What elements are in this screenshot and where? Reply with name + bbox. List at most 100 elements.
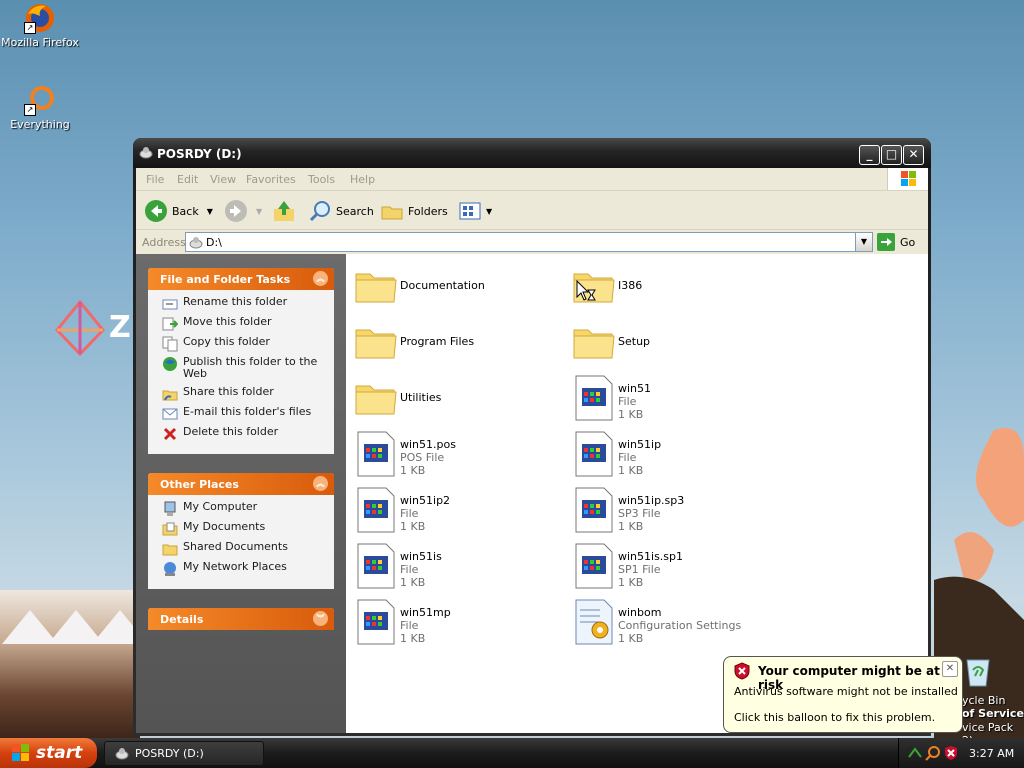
file-item[interactable]: win51ip.sp3 SP3 File 1 KB [570,486,780,538]
task-email-files[interactable]: E-mail this folder's files [148,406,334,426]
folder-item[interactable]: Setup [570,318,780,370]
file-item[interactable]: win51.pos POS File 1 KB [352,430,562,482]
file-type: File [400,563,419,576]
go-button[interactable]: Go [877,233,915,251]
task-publish-web[interactable]: Publish this folder to the Web [148,356,334,386]
security-alert-tray-icon[interactable] [943,745,959,761]
security-balloon[interactable]: Your computer might be at risk Antivirus… [723,656,963,733]
desktop-icon-recycle-bin[interactable]: ycle Bin of Service vice Pack 2) [962,656,1024,747]
balloon-message: Antivirus software might not be installe… [734,685,958,698]
place-my-documents[interactable]: My Documents [148,521,334,541]
menu-help[interactable]: Help [350,173,375,186]
wallpaper-logo: Z [54,299,135,360]
drive-icon [115,748,129,760]
file-name: win51ip2 [400,494,451,507]
task-share-folder[interactable]: Share this folder [148,386,334,406]
file-item[interactable]: win51ip File 1 KB [570,430,780,482]
file-name: win51is.sp1 [618,550,684,563]
window-titlebar[interactable]: POSRDY (D:) _ □ ✕ [133,138,931,168]
back-button[interactable]: Back ▼ [144,199,213,223]
folder-icon [355,385,397,415]
file-item[interactable]: win51mp File 1 KB [352,598,562,650]
folder-icon [355,329,397,359]
menu-favorites[interactable]: Favorites [246,173,296,186]
place-network-places[interactable]: My Network Places [148,561,334,581]
folder-item[interactable]: Program Files [352,318,562,370]
generic-file-icon [575,431,613,477]
expand-chevron-icon[interactable]: ︾ [313,611,328,626]
file-size: 1 KB [618,464,644,477]
maximize-button[interactable]: □ [881,145,902,165]
task-copy-folder[interactable]: Copy this folder [148,336,334,356]
search-tray-icon[interactable] [925,745,941,761]
menu-view[interactable]: View [210,173,236,186]
address-dropdown-icon[interactable]: ▼ [855,233,872,251]
address-label: Address [142,236,186,249]
address-value: D:\ [206,236,222,249]
back-dropdown-icon[interactable]: ▼ [207,207,213,216]
menu-tools[interactable]: Tools [308,173,335,186]
details-header[interactable]: Details ︾ [148,608,334,630]
folders-button[interactable]: Folders [380,199,448,223]
menu-bar: File Edit View Favorites Tools Help [136,168,928,191]
task-rename-folder[interactable]: Rename this folder [148,296,334,316]
toolbar: Back ▼ ▼ Search Folders ▼ [136,191,928,230]
desktop-icon-everything[interactable]: ↗ Everything [0,84,80,131]
file-size: 1 KB [400,632,426,645]
share-icon [162,386,178,402]
balloon-close-button[interactable]: ✕ [942,661,958,677]
other-places-header[interactable]: Other Places ︽ [148,473,334,495]
balloon-hint: Click this balloon to fix this problem. [734,711,936,724]
collapse-chevron-icon[interactable]: ︽ [313,271,328,286]
file-folder-tasks-header[interactable]: File and Folder Tasks ︽ [148,268,334,290]
address-drive-icon [189,235,203,252]
menu-edit[interactable]: Edit [177,173,198,186]
file-size: 1 KB [400,520,426,533]
forward-button[interactable]: ▼ [224,199,262,223]
menu-file[interactable]: File [146,173,164,186]
views-button[interactable]: ▼ [458,199,492,223]
up-folder-icon [274,201,294,221]
start-button[interactable]: start [0,738,97,768]
go-label: Go [900,235,916,249]
folder-item[interactable]: I386 [570,262,780,314]
file-name: Program Files [400,335,475,348]
file-item[interactable]: win51ip2 File 1 KB [352,486,562,538]
file-name: win51.pos [400,438,456,451]
folder-item[interactable]: Utilities [352,374,562,426]
folder-item[interactable]: Documentation [352,262,562,314]
place-shared-documents[interactable]: Shared Documents [148,541,334,561]
back-arrow-icon [145,200,167,222]
file-item[interactable]: win51 File 1 KB [570,374,780,426]
taskbar-item-posrdy[interactable]: POSRDY (D:) [104,741,264,766]
search-button[interactable]: Search [308,199,374,223]
task-move-folder[interactable]: Move this folder [148,316,334,336]
place-label: My Documents [183,520,266,533]
file-item[interactable]: win51is.sp1 SP1 File 1 KB [570,542,780,594]
place-my-computer[interactable]: My Computer [148,501,334,521]
folders-icon [381,206,403,220]
desktop-icon-label: Everything [10,118,70,131]
window-client: File Edit View Favorites Tools Help Back… [136,168,928,733]
collapse-chevron-icon[interactable]: ︽ [313,476,328,491]
task-delete-folder[interactable]: Delete this folder [148,426,334,446]
desktop-icon-firefox[interactable]: ↗ Mozilla Firefox [0,2,80,49]
close-button[interactable]: ✕ [903,145,924,165]
minimize-button[interactable]: _ [859,145,880,165]
file-item[interactable]: win51is File 1 KB [352,542,562,594]
other-places-panel: Other Places ︽ My Computer My Documents … [148,473,334,589]
taskbar: start POSRDY (D:) 3:27 AM [0,738,1024,768]
file-item[interactable]: winbom Configuration Settings 1 KB [570,598,830,650]
views-dropdown-icon[interactable]: ▼ [486,207,492,216]
forward-dropdown-icon[interactable]: ▼ [256,207,262,216]
file-name: Documentation [400,279,485,292]
taskbar-item-label: POSRDY (D:) [135,747,204,760]
clock[interactable]: 3:27 AM [969,747,1014,760]
place-label: My Network Places [183,560,287,573]
generic-file-icon [357,543,395,589]
up-folder-button[interactable] [272,199,296,223]
go-arrow-icon [877,233,895,251]
address-input[interactable]: D:\ ▼ [185,232,873,252]
network-tray-icon[interactable] [907,745,923,761]
views-icon [459,202,481,220]
